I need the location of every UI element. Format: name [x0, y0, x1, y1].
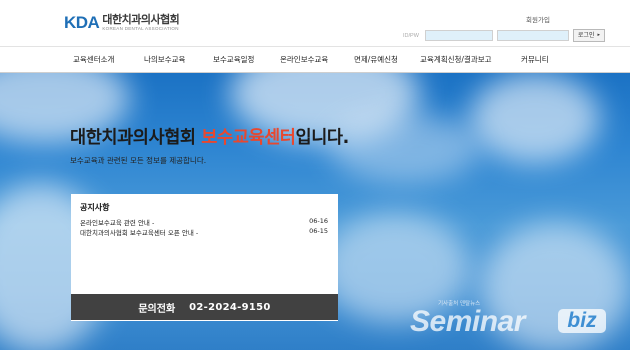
logo-english: KOREAN DENTAL ASSOCIATION [102, 26, 179, 31]
nav-item-plan-report[interactable]: 교육계획신청/결과보고 [420, 47, 492, 73]
hero-banner: 대한치과의사협회 보수교육센터입니다. 보수교육과 관련된 모든 정보를 제공합… [0, 73, 630, 350]
contact-label: 문의전화 [138, 303, 176, 315]
join-link[interactable]: 회원가입 [526, 14, 550, 24]
notice-item[interactable]: 온라인보수교육 관련 안내 - 06-16 [80, 217, 328, 227]
notice-item-date: 06-15 [309, 227, 328, 235]
notice-title[interactable]: 공지사항 [80, 202, 109, 213]
nav-item-community[interactable]: 커뮤니티 [521, 47, 549, 73]
hero-headline: 대한치과의사협회 보수교육센터입니다. [70, 124, 349, 149]
notice-item-date: 06-16 [309, 217, 328, 225]
headline-suffix: 입니다. [295, 128, 350, 148]
logo-mark: KDA [64, 13, 100, 32]
contact-phone: 02-2024-9150 [189, 301, 271, 313]
watermark-brand: Seminar [410, 305, 525, 338]
notice-item[interactable]: 대한치과의사협회 보수교육센터 오픈 안내 - 06-15 [80, 227, 328, 237]
nav-item-center-intro[interactable]: 교육센터소개 [73, 47, 114, 73]
nav-item-my-education[interactable]: 나의보수교육 [144, 47, 185, 73]
cloud-shape [330, 113, 480, 183]
headline-prefix: 대한치과의사협회 [70, 128, 202, 148]
contact-bar: 문의전화 02-2024-9150 [71, 294, 338, 320]
id-input[interactable] [424, 30, 493, 41]
login-button-label: 로그인 [577, 32, 595, 39]
watermark-badge: biz [558, 309, 606, 333]
headline-accent: 보수교육센터 [201, 128, 296, 148]
logo-text: 대한치과의사협회 KOREAN DENTAL ASSOCIATION [102, 14, 179, 32]
nav-item-exemption[interactable]: 면제/유예신청 [354, 47, 398, 73]
kda-logo[interactable]: KDA 대한치과의사협회 KOREAN DENTAL ASSOCIATION [64, 13, 180, 32]
hero-subline: 보수교육과 관련된 모든 정보를 제공합니다. [70, 156, 207, 165]
nav-item-schedule[interactable]: 보수교육일정 [213, 47, 254, 73]
cloud-shape [470, 73, 600, 163]
arrow-right-icon: ▸ [597, 32, 600, 38]
logo-korean: 대한치과의사협회 [102, 13, 180, 26]
main-nav: 교육센터소개 나의보수교육 보수교육일정 온라인보수교육 면제/유예신청 교육계… [0, 46, 630, 73]
notice-item-title[interactable]: 대한치과의사협회 보수교육센터 오픈 안내 - [80, 227, 198, 237]
nav-item-online-education[interactable]: 온라인보수교육 [280, 47, 328, 73]
login-button[interactable]: 로그인 ▸ [572, 29, 605, 42]
id-pw-label: ID/PW [403, 32, 419, 39]
login-form: ID/PW 로그인 ▸ [403, 29, 605, 42]
header: KDA 대한치과의사협회 KOREAN DENTAL ASSOCIATION 회… [0, 0, 630, 46]
page: KDA 대한치과의사협회 KOREAN DENTAL ASSOCIATION 회… [0, 0, 630, 350]
password-input[interactable] [496, 30, 569, 41]
notice-item-title[interactable]: 온라인보수교육 관련 안내 - [80, 217, 154, 227]
